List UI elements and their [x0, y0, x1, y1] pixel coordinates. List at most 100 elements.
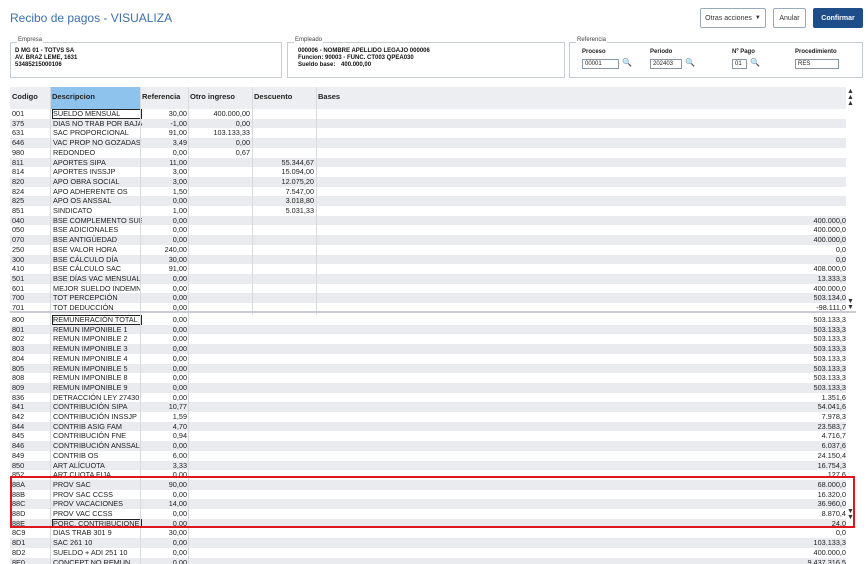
table-row[interactable]: 375 DIAS NO TRAB POR BAJA -1,00 0,00 [10, 118, 846, 129]
procedimiento-input[interactable]: RES [795, 59, 839, 69]
cell-bases: 408.000,0 [813, 264, 846, 274]
search-icon[interactable]: 🔍 [622, 58, 632, 67]
col-header-descuento[interactable]: Descuento [252, 87, 316, 109]
table-row[interactable]: 844 CONTRIB ASIG FAM 4,70 23.583,7 [10, 421, 846, 432]
search-icon[interactable]: 🔍 [750, 58, 760, 67]
cell-otro-ingreso [189, 235, 250, 245]
table-row[interactable]: 88A PROV SAC 90,00 68.000,0 [10, 479, 846, 490]
cell-descuento [253, 235, 314, 245]
table-row[interactable]: 803 REMUN IMPONIBLE 3 0,00 503.133,3 [10, 344, 846, 354]
cell-codigo: 845 [12, 431, 25, 441]
table-row[interactable]: 250 BSE VALOR HORA 240,00 0,0 [10, 245, 846, 255]
cell-descripcion: CONTRIBUCIÓN SIPA [53, 402, 128, 412]
empleado-line-1: 000006 - NOMBRE APELLIDO LEGAJO 000006 [298, 48, 430, 54]
cell-descuento [253, 293, 314, 303]
table-row[interactable]: 410 BSE CÁLCULO SAC 91,00 408.000,0 [10, 264, 846, 274]
empleado-salary: Sueldo base: 400.000,00 [298, 62, 430, 69]
cell-otro-ingreso [189, 187, 250, 197]
npago-input[interactable]: 01 [732, 59, 747, 69]
confirm-button[interactable]: Confirmar [813, 8, 863, 28]
cell-descripcion: BSE CÁLCULO DÍA [53, 254, 119, 264]
other-actions-button[interactable]: Otras acciones ▼ [700, 8, 766, 28]
table-row[interactable]: 980 REDONDEO 0,00 0,67 [10, 148, 846, 158]
table-row[interactable]: 646 VAC PROP NO GOZADAS 3,49 0,00 [10, 138, 846, 148]
col-header-referencia[interactable]: Referencia [140, 87, 188, 109]
cell-codigo: 8D2 [12, 547, 26, 557]
cell-referencia: 1,59 [172, 412, 187, 421]
table-row[interactable]: 824 APO ADHERENTE OS 1,50 7.547,00 [10, 187, 846, 197]
table-row[interactable]: 842 CONTRIBUCIÓN INSSJP 1,59 7.978,3 [10, 412, 846, 422]
cell-descripcion: APORTES INSSJP [53, 167, 116, 177]
table-row[interactable]: 836 DETRACCIÓN LEY 27430 0,00 1.351,6 [10, 393, 846, 403]
table-row[interactable]: 805 REMUN IMPONIBLE 5 0,00 503.133,3 [10, 363, 846, 374]
table-row[interactable]: 001 SUELDO MENSUAL 30,00 400.000,00 [10, 109, 846, 119]
search-icon[interactable]: 🔍 [685, 58, 695, 67]
cell-otro-ingreso [189, 167, 250, 177]
table-row[interactable]: 631 SAC PROPORCIONAL 91,00 103.133,33 [10, 128, 846, 138]
table-row[interactable]: 8C9 DIAS TRAB 301 9 30,00 0,0 [10, 528, 846, 538]
table-row[interactable]: 070 BSE ANTIGÜEDAD 0,00 400.000,0 [10, 235, 846, 245]
table-row[interactable]: 300 BSE CÁLCULO DÍA 30,00 0,0 [10, 254, 846, 265]
empresa-line-3: 53485215000106 [15, 62, 62, 68]
cell-bases: 4.716,7 [821, 431, 846, 441]
col-header-otro-ingreso[interactable]: Otro ingreso [188, 87, 252, 109]
cell-bases: 400.000,0 [813, 225, 846, 235]
table-row[interactable]: 852 ART CUOTA FIJA 0,00 127,6 [10, 470, 846, 480]
table-row[interactable]: 809 REMUN IMPONIBLE 9 0,00 503.133,3 [10, 382, 846, 393]
table-row[interactable]: 800 REMUNERACIÓN TOTAL 0,00 503.133,3 [10, 315, 846, 325]
table-row[interactable]: 802 REMUN IMPONIBLE 2 0,00 503.133,3 [10, 334, 846, 344]
table-row[interactable]: 040 BSE COMPLEMENTO SUELDO 0,00 400.000,0 [10, 215, 846, 226]
table-row[interactable]: 700 TOT PERCEPCIÓN 0,00 503.134,0 [10, 293, 846, 303]
cell-referencia: 0,00 [172, 315, 187, 324]
table-row[interactable]: 88E PORC. CONTRIBUCIONES 0,00 24,0 [10, 518, 846, 529]
cell-descripcion: BSE DÍAS VAC MENSUAL [53, 273, 141, 283]
periodo-input[interactable]: 202403 [650, 59, 682, 69]
table-row[interactable]: 849 CONTRIB OS 6,00 24.150,4 [10, 451, 846, 461]
col-header-bases[interactable]: Bases [316, 87, 376, 109]
proceso-input[interactable]: 00001 [582, 59, 619, 69]
scroll-bottom-icon[interactable]: ▼ ▼ [846, 508, 855, 521]
cell-bases: 36.960,0 [817, 499, 846, 509]
cell-descripcion: DETRACCIÓN LEY 27430 [53, 392, 140, 402]
table-row[interactable]: 820 APO OBRA SOCIAL 3,00 12.075,20 [10, 176, 846, 187]
cell-referencia: 0,94 [172, 431, 187, 441]
table-row[interactable]: 8D2 SUELDO + ADI 251 10 0,00 400.000,0 [10, 548, 846, 558]
cell-referencia: 11,00 [169, 157, 187, 167]
table-row[interactable]: 846 CONTRIBUCIÓN ANSSAL 0,00 6.037,6 [10, 441, 846, 451]
table-row[interactable]: 814 APORTES INSSJP 3,00 15.094,00 [10, 167, 846, 177]
cell-codigo: 846 [12, 441, 25, 451]
table-row[interactable]: 845 CONTRIBUCIÓN FNE 0,94 4.716,7 [10, 431, 846, 441]
cell-referencia: 0,00 [172, 489, 187, 499]
cell-referencia: 3,33 [172, 460, 187, 470]
cell-referencia: 91,00 [168, 264, 187, 274]
scroll-top-icon[interactable]: ▲ ▲ ▲ [846, 88, 855, 107]
cancel-button[interactable]: Anular [773, 8, 806, 28]
table-row[interactable]: 808 REMUN IMPONIBLE 8 0,00 503.133,3 [10, 373, 846, 383]
table-row[interactable]: 88B PROV SAC CCSS 0,00 16.320,0 [10, 490, 846, 500]
cell-codigo: 802 [12, 334, 25, 344]
table-row[interactable]: 501 BSE DÍAS VAC MENSUAL 0,00 13.333,3 [10, 273, 846, 284]
table-row[interactable]: 811 APORTES SIPA 11,00 55.344,67 [10, 157, 846, 168]
column-divider [140, 87, 141, 564]
cell-otro-ingreso [189, 158, 250, 168]
table-row[interactable]: 8E0 CONCEPT NO REMUN 0,00 9.437.316,5 [10, 557, 846, 564]
table-row[interactable]: 8D1 SAC 261 10 0,00 103.133,3 [10, 538, 846, 548]
cell-descuento [253, 264, 314, 274]
table-row[interactable]: 050 BSE ADICIONALES 0,00 400.000,0 [10, 225, 846, 235]
table-row[interactable]: 851 SINDICATO 1,00 5.031,33 [10, 206, 846, 216]
table-row[interactable]: 825 APO OS ANSSAL 0,00 3.018,80 [10, 196, 846, 206]
table-row[interactable]: 88C PROV VACACIONES 14,00 36.960,0 [10, 499, 846, 509]
cell-descuento [253, 109, 314, 119]
table-row[interactable]: 801 REMUN IMPONIBLE 1 0,00 503.133,3 [10, 324, 846, 335]
col-header-codigo[interactable]: Codigo [10, 87, 50, 109]
table-row[interactable]: 804 REMUN IMPONIBLE 4 0,00 503.133,3 [10, 354, 846, 364]
table-row[interactable]: 841 CONTRIBUCIÓN SIPA 10,77 54.041,6 [10, 402, 846, 412]
column-divider [252, 87, 253, 315]
scroll-bottom-icon[interactable]: ▼ ▼ [846, 298, 855, 311]
col-header-descripcion[interactable]: Descripcion [50, 87, 140, 109]
cell-bases [317, 187, 846, 197]
cell-bases: 1.351,6 [821, 392, 846, 402]
table-row[interactable]: 850 ART ALÍCUOTA 3,33 16.754,3 [10, 460, 846, 471]
table-row[interactable]: 88D PROV VAC CCSS 0,00 8.870,4 [10, 509, 846, 519]
table-row[interactable]: 601 MEJOR SUELDO INDEMN 0,00 400.000,0 [10, 284, 846, 294]
